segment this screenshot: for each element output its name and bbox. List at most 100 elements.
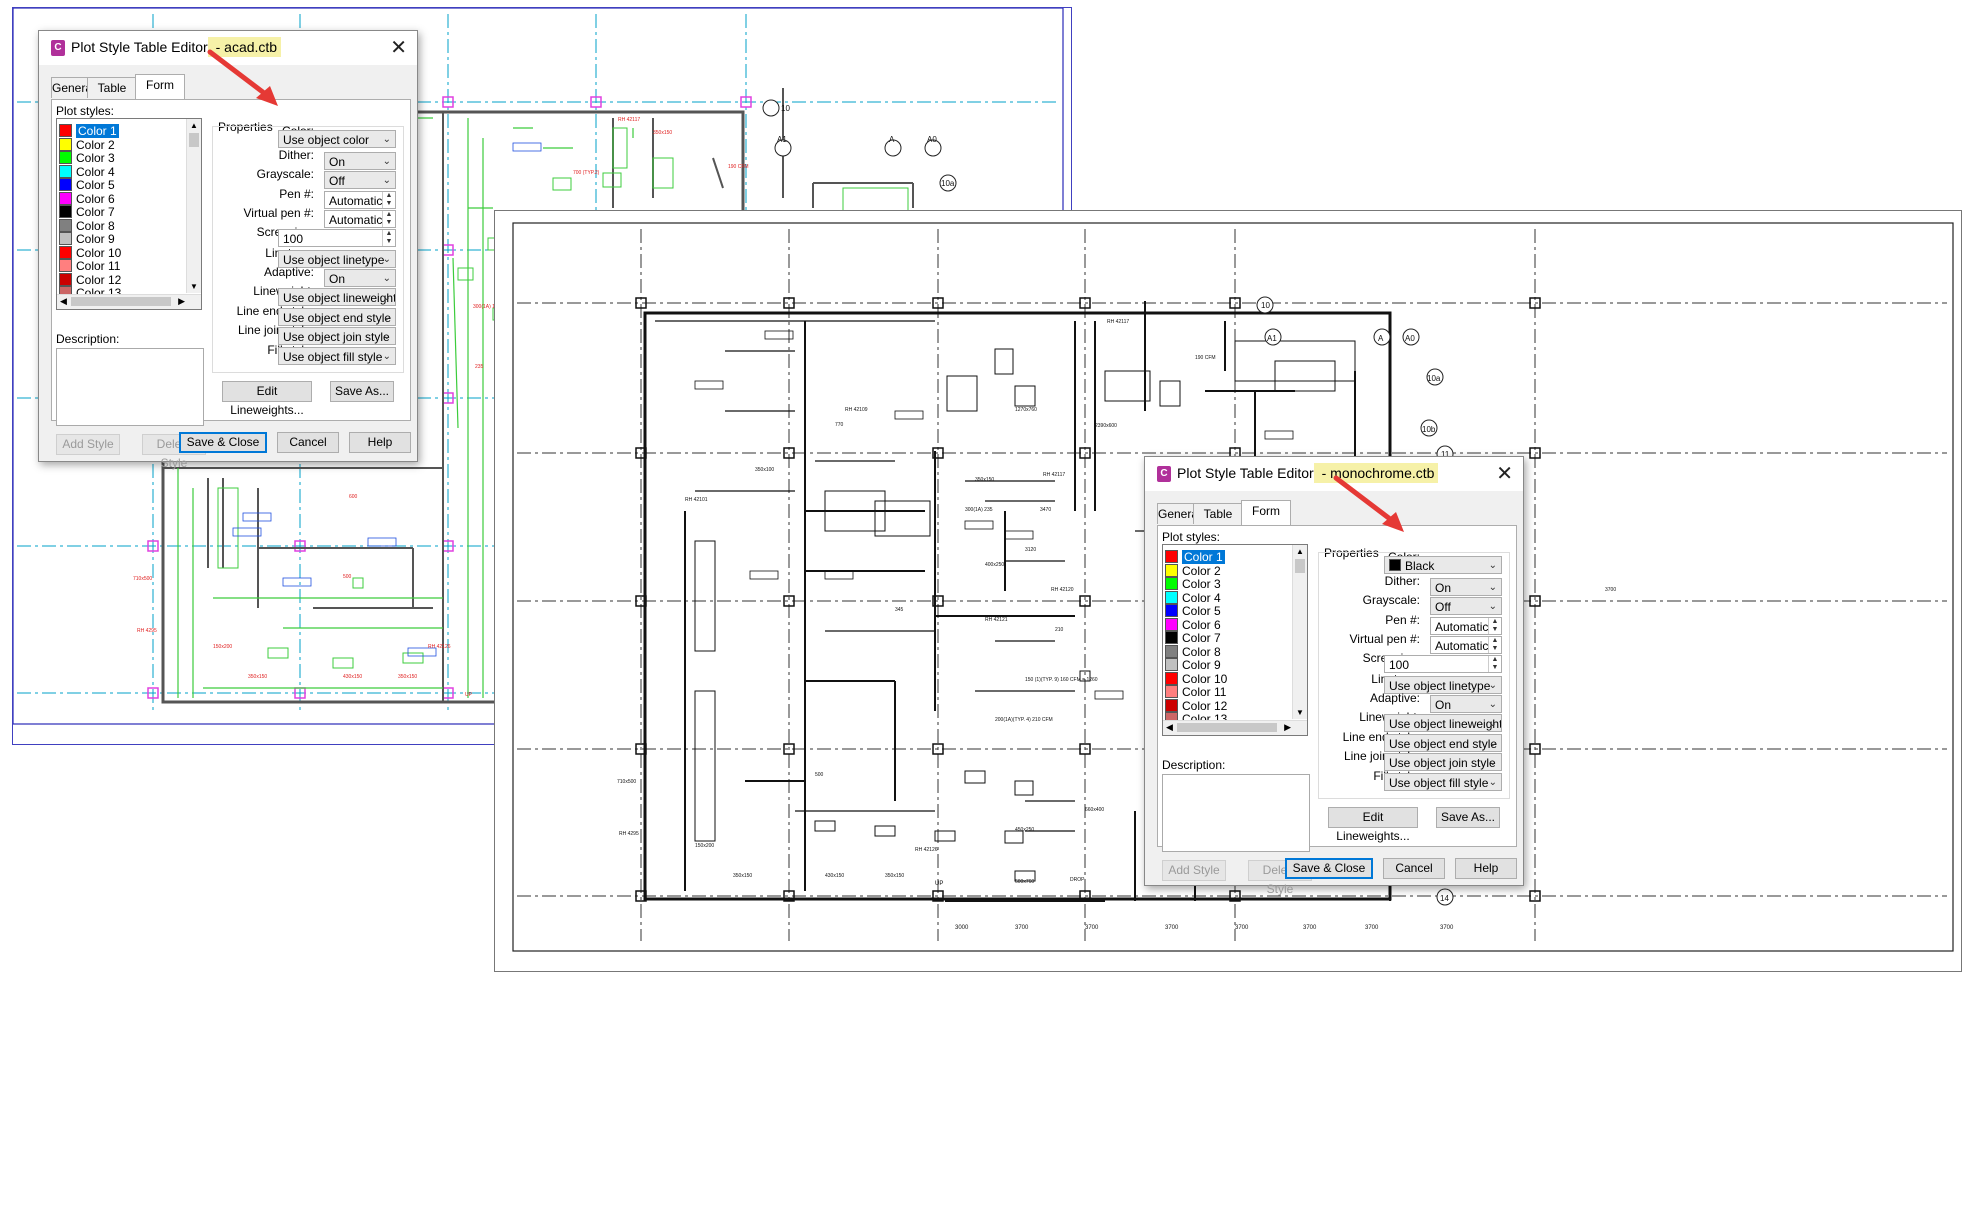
- form-view-panel: Plot styles: Color 1 Color 2 Color 3 Color …: [1157, 525, 1517, 896]
- close-icon[interactable]: ✕: [390, 35, 407, 60]
- edit-lineweights-button[interactable]: Edit Lineweights...: [1328, 807, 1418, 843]
- save-close-button[interactable]: Save & Close: [1285, 858, 1373, 879]
- drawing-label: 430x150: [825, 873, 844, 879]
- property-value: Black: [1405, 559, 1435, 573]
- property-pen-stepper[interactable]: Automatic ▲ ▼: [324, 191, 396, 209]
- duct-fitting: [1014, 780, 1034, 796]
- property-grayscale-dropdown[interactable]: Off ⌄: [324, 171, 396, 189]
- property-label: Grayscale:: [1362, 593, 1420, 607]
- room-tag: [894, 410, 924, 420]
- property-label: Pen #:: [1385, 613, 1420, 627]
- chevron-down-icon: ⌄: [1488, 560, 1497, 571]
- spin-arrows-icon[interactable]: ▲ ▼: [1488, 618, 1501, 634]
- help-button[interactable]: Help: [1455, 858, 1517, 879]
- duct-fitting: [352, 577, 364, 589]
- drawing-label: 3700: [1440, 925, 1454, 931]
- tab-form-view[interactable]: Form View: [135, 74, 185, 112]
- drawing-label: 345: [895, 607, 904, 613]
- save-as-button[interactable]: Save As...: [330, 381, 394, 402]
- drawing-label: 190 CFM: [728, 164, 749, 170]
- help-button[interactable]: Help: [349, 432, 411, 453]
- spin-arrows-icon[interactable]: ▲ ▼: [382, 230, 395, 246]
- spin-arrows-icon[interactable]: ▲ ▼: [382, 211, 395, 227]
- drawing-label: 10a: [1427, 374, 1441, 383]
- spin-arrows-icon[interactable]: ▲ ▼: [1488, 656, 1501, 672]
- close-icon[interactable]: ✕: [1496, 461, 1513, 486]
- property-color-dropdown[interactable]: Use object color ⌄: [278, 130, 396, 148]
- cancel-button[interactable]: Cancel: [277, 432, 339, 453]
- property-value: On: [1435, 581, 1452, 595]
- list-vertical-scrollbar[interactable]: ▲ ▼: [186, 119, 201, 293]
- tab-table-view[interactable]: Table View: [87, 77, 137, 115]
- property-pen-stepper[interactable]: Automatic ▲ ▼: [1430, 617, 1502, 635]
- property-value: Use object lineweight: [1389, 717, 1502, 731]
- property-adaptive-dropdown[interactable]: On ⌄: [1430, 695, 1502, 713]
- property-adaptive-dropdown[interactable]: On ⌄: [324, 269, 396, 287]
- list-vertical-scrollbar[interactable]: ▲ ▼: [1292, 545, 1307, 719]
- list-horizontal-scrollbar[interactable]: ◀ ▶: [57, 294, 201, 309]
- duct-fitting: [402, 652, 424, 664]
- property-value: Use object lineweight: [283, 291, 396, 305]
- property-virtual-pen-stepper[interactable]: Automatic ▲ ▼: [1430, 636, 1502, 654]
- tab-table-view[interactable]: Table View: [1193, 503, 1243, 541]
- plot-styles-label: Plot styles:: [1162, 530, 1221, 544]
- property-label: Dither:: [278, 148, 314, 162]
- drawing-label: 150x200: [213, 644, 232, 650]
- plot-styles-list[interactable]: Color 1 Color 2 Color 3 Color 4 Color 5 Color…: [56, 118, 202, 310]
- edit-lineweights-button[interactable]: Edit Lineweights...: [222, 381, 312, 417]
- tab-general[interactable]: General: [51, 77, 95, 98]
- property-fill-style-dropdown[interactable]: Use object fill style ⌄: [1384, 773, 1502, 791]
- property-dither-dropdown[interactable]: On ⌄: [324, 152, 396, 170]
- tab-form-view[interactable]: Form View: [1241, 500, 1291, 538]
- property-label: Dither:: [1384, 574, 1420, 588]
- property-fill-style-dropdown[interactable]: Use object fill style ⌄: [278, 347, 396, 365]
- property-screening-stepper[interactable]: 100 ▲ ▼: [278, 229, 396, 247]
- room-tag: [1004, 530, 1034, 540]
- drawing-label: DROP: [1070, 877, 1085, 883]
- drawing-label: RH 42126: [428, 644, 451, 650]
- drawing-label: 3470: [1040, 507, 1051, 513]
- drawing-label: 350x150: [248, 674, 267, 680]
- spin-arrows-icon[interactable]: ▲ ▼: [382, 192, 395, 208]
- list-horizontal-scrollbar[interactable]: ◀ ▶: [1163, 720, 1307, 735]
- property-virtual-pen-stepper[interactable]: Automatic ▲ ▼: [324, 210, 396, 228]
- interior-wall: [712, 157, 724, 189]
- save-close-button[interactable]: Save & Close: [179, 432, 267, 453]
- drawing-label: UP: [465, 692, 473, 698]
- spin-arrows-icon[interactable]: ▲ ▼: [1488, 637, 1501, 653]
- chevron-down-icon: ⌄: [1488, 680, 1497, 691]
- drawing-label: A1: [1267, 334, 1277, 343]
- chevron-down-icon: ⌄: [382, 312, 391, 323]
- drawing-label: RH 42121: [985, 617, 1008, 623]
- duct-fitting: [946, 375, 978, 412]
- drawing-label: 3700: [1605, 587, 1616, 593]
- color-swatch-icon: [1165, 577, 1178, 590]
- description-label: Description:: [56, 332, 120, 346]
- description-textarea[interactable]: [56, 348, 204, 426]
- property-color-dropdown[interactable]: Black ⌄: [1384, 556, 1502, 574]
- drawing-label: RH 42117: [618, 117, 640, 123]
- room-tag: [1264, 430, 1294, 440]
- cancel-button[interactable]: Cancel: [1383, 858, 1445, 879]
- drawing-label: 3120: [1025, 547, 1036, 553]
- room-tag: [1094, 690, 1124, 700]
- property-dither-dropdown[interactable]: On ⌄: [1430, 578, 1502, 596]
- description-textarea[interactable]: [1162, 774, 1310, 852]
- color-swatch-icon: [59, 124, 72, 137]
- drawing-label: 150x200: [695, 843, 714, 849]
- duct-fitting: [267, 647, 289, 659]
- add-style-button[interactable]: Add Style: [56, 434, 120, 455]
- save-as-button[interactable]: Save As...: [1436, 807, 1500, 828]
- room-tag: [824, 570, 854, 580]
- plot-styles-list[interactable]: Color 1 Color 2 Color 3 Color 4 Color 5 Color…: [1162, 544, 1308, 736]
- drawing-label: 710x500: [133, 576, 152, 582]
- property-screening-stepper[interactable]: 100 ▲ ▼: [1384, 655, 1502, 673]
- tab-general[interactable]: General: [1157, 503, 1201, 524]
- chevron-down-icon: ⌄: [1488, 738, 1497, 749]
- property-label: Adaptive:: [1369, 691, 1420, 705]
- add-style-button[interactable]: Add Style: [1162, 860, 1226, 881]
- chevron-down-icon: ⌄: [382, 331, 391, 342]
- property-grayscale-dropdown[interactable]: Off ⌄: [1430, 597, 1502, 615]
- room-tag: [512, 142, 542, 152]
- color-swatch-icon: [1165, 604, 1178, 617]
